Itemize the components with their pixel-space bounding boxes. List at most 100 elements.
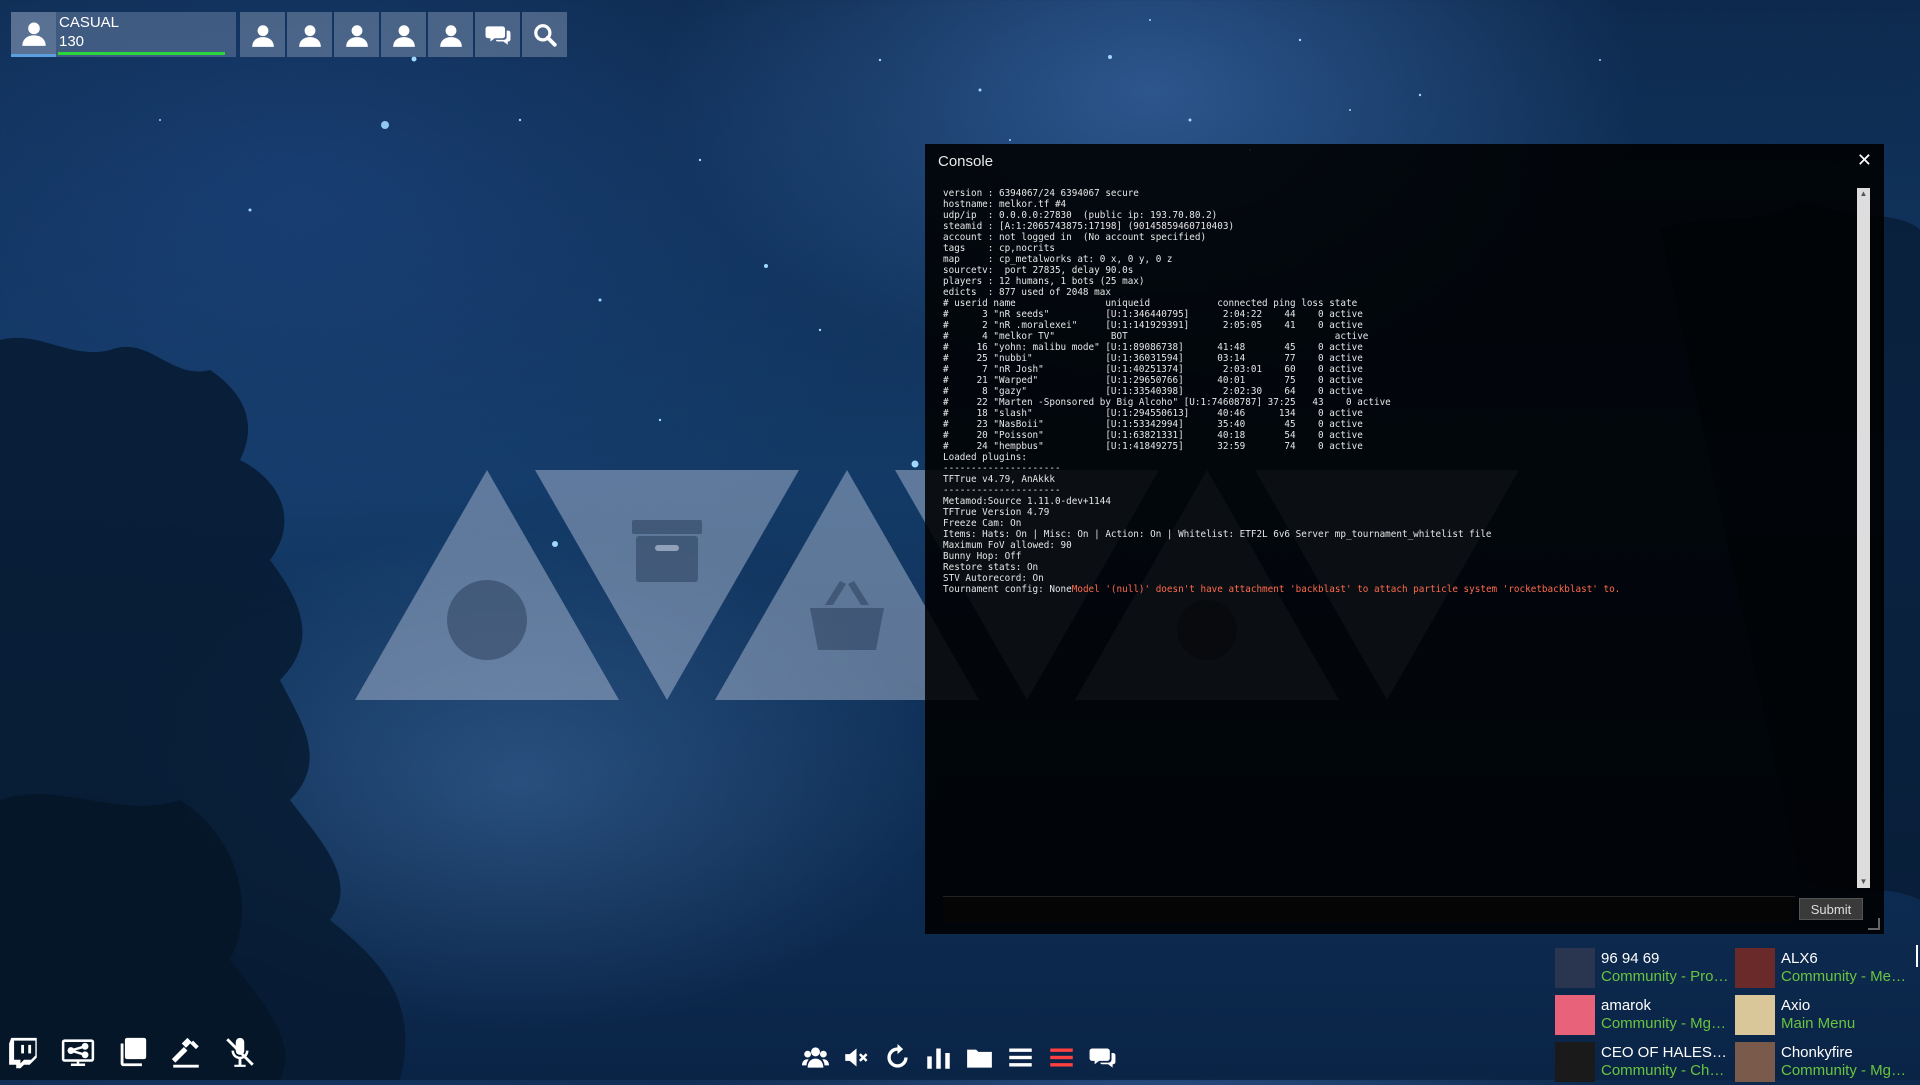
menu-red-icon xyxy=(1050,1048,1073,1067)
friend-item[interactable]: Axio Main Menu xyxy=(1735,991,1915,1038)
console-window: Console ✕ version : 6394067/24 6394067 s… xyxy=(925,144,1884,934)
friend-avatar xyxy=(1555,947,1595,988)
console-output: version : 6394067/24 6394067 secure hostn… xyxy=(943,188,1843,868)
console-line: # 21 "Warped" [U:1:29650766] 40:01 75 0 … xyxy=(943,375,1363,386)
mute-sound-icon xyxy=(845,1048,868,1067)
console-line: Maximum FoV allowed: 90 xyxy=(943,540,1072,551)
friend-name: CEO OF HALES O... xyxy=(1601,1043,1729,1061)
console-line: hostname: melkor.tf #4 xyxy=(943,199,1067,210)
friends-icon xyxy=(802,1047,829,1068)
friend-name: ALX6 xyxy=(1781,949,1818,967)
console-line: Items: Hats: On | Misc: On | Action: On … xyxy=(943,529,1492,540)
console-line: Bunny Hop: Off xyxy=(943,551,1022,562)
friend-avatar xyxy=(1735,994,1775,1035)
scroll-down-icon[interactable]: ▼ xyxy=(1857,876,1870,888)
party-slot-3-button[interactable] xyxy=(334,12,379,57)
copy-windows-icon xyxy=(120,1037,147,1067)
profile-panel[interactable]: CASUAL 130 xyxy=(11,12,238,57)
server-browser-button[interactable] xyxy=(60,1034,96,1070)
menu-red-button[interactable] xyxy=(1048,1044,1075,1071)
copy-windows-button[interactable] xyxy=(114,1034,150,1070)
friend-item[interactable]: ALX6 Community - Meta... xyxy=(1735,944,1915,991)
profile-info: CASUAL 130 xyxy=(56,12,236,57)
console-line: # 23 "NasBoii" [U:1:53342994] 35:40 45 0… xyxy=(943,419,1363,430)
list-icon xyxy=(1009,1048,1032,1067)
mute-sound-button[interactable] xyxy=(843,1044,870,1071)
chat-button[interactable] xyxy=(1089,1044,1116,1071)
friend-name: Axio xyxy=(1781,996,1811,1014)
friend-text: 96 94 69 Community - Proc... xyxy=(1601,950,1729,986)
reload-button[interactable] xyxy=(884,1044,911,1071)
party-slot-1-button[interactable] xyxy=(240,12,285,57)
friend-name: 96 94 69 xyxy=(1601,949,1660,967)
party-member-icon xyxy=(439,24,462,47)
friend-status: Community - Cha... xyxy=(1601,1061,1729,1079)
hammer-button[interactable] xyxy=(168,1034,204,1070)
console-line: Metamod:Source 1.11.0-dev+1144 xyxy=(943,496,1111,507)
console-line: TFTrue v4.79, AnAkkk xyxy=(943,474,1055,485)
console-line: # 7 "nR Josh" [U:1:40251374] 2:03:01 60 … xyxy=(943,364,1363,375)
console-line: Freeze Cam: On xyxy=(943,518,1022,529)
stats-button[interactable] xyxy=(925,1044,952,1071)
friend-item[interactable]: amarok Community - Mge ... xyxy=(1555,991,1735,1038)
xp-progress-bar xyxy=(58,52,226,55)
close-icon[interactable]: ✕ xyxy=(1857,150,1872,171)
console-line: players : 12 humans, 1 bots (25 max) xyxy=(943,276,1145,287)
chat-icon xyxy=(485,25,510,45)
level-value: 130 xyxy=(59,33,85,50)
user-icon xyxy=(21,22,46,46)
folder-button[interactable] xyxy=(966,1044,993,1071)
server-browser-icon xyxy=(61,1039,95,1067)
search-button[interactable] xyxy=(522,12,567,57)
game-mode-label: CASUAL xyxy=(59,14,120,31)
console-line: # 4 "melkor TV" BOT active xyxy=(943,331,1369,342)
friends-list: 96 94 69 Community - Proc... ALX6 Community… xyxy=(1555,944,1915,1082)
console-line: # 2 "nR .moralexei" [U:1:141929391] 2:05… xyxy=(943,320,1363,331)
friend-status: Community - Proc... xyxy=(1601,967,1729,985)
console-line: # 16 "yohn: malibu mode" [U:1:89086738] … xyxy=(943,342,1363,353)
party-slot-5-button[interactable] xyxy=(428,12,473,57)
party-slot-4-button[interactable] xyxy=(381,12,426,57)
friend-name: amarok xyxy=(1601,996,1652,1014)
console-line: Tournament config: None xyxy=(943,584,1072,595)
friend-name: Chonkyfire xyxy=(1781,1043,1853,1061)
stats-icon xyxy=(927,1048,950,1069)
scroll-up-icon[interactable]: ▲ xyxy=(1857,188,1870,200)
friend-avatar xyxy=(1555,1041,1595,1082)
hammer-icon xyxy=(171,1037,199,1068)
friend-status: Community - Mge ... xyxy=(1781,1061,1909,1079)
friend-item[interactable]: 96 94 69 Community - Proc... xyxy=(1555,944,1735,991)
friend-text: CEO OF HALES O... Community - Cha... xyxy=(1601,1044,1729,1080)
mute-mic-button[interactable] xyxy=(222,1034,258,1070)
inventory-box-icon xyxy=(632,520,702,582)
resize-handle[interactable] xyxy=(1868,918,1880,930)
console-submit-button[interactable]: Submit xyxy=(1799,898,1863,920)
console-line: tags : cp,nocrits xyxy=(943,243,1055,254)
console-line: edicts : 877 used of 2048 max xyxy=(943,287,1111,298)
scroll-indicator xyxy=(1916,945,1918,967)
friend-text: Axio Main Menu xyxy=(1781,997,1909,1033)
console-line: # 20 "Poisson" [U:1:63821331] 40:18 54 0… xyxy=(943,430,1363,441)
console-line: --------------------- xyxy=(943,485,1061,496)
friend-avatar xyxy=(1735,947,1775,988)
friend-item[interactable]: CEO OF HALES O... Community - Cha... xyxy=(1555,1038,1735,1085)
console-title: Console xyxy=(938,153,994,170)
list-button[interactable] xyxy=(1007,1044,1034,1071)
console-line: account : not logged in (No account spec… xyxy=(943,232,1207,243)
console-line: udp/ip : 0.0.0.0:27830 (public ip: 193.7… xyxy=(943,210,1218,221)
console-line: TFTrue Version 4.79 xyxy=(943,507,1050,518)
reload-icon xyxy=(887,1044,908,1068)
twitch-button[interactable] xyxy=(6,1034,42,1070)
party-chat-button[interactable] xyxy=(475,12,520,57)
console-line: steamid : [A:1:2065743875:17198] (901458… xyxy=(943,221,1235,232)
console-line: # 3 "nR seeds" [U:1:346440795] 2:04:22 4… xyxy=(943,309,1363,320)
console-line: # 18 "slash" [U:1:294550613] 40:46 134 0… xyxy=(943,408,1363,419)
console-line: # 8 "gazy" [U:1:33540398] 2:02:30 64 0 a… xyxy=(943,386,1363,397)
console-scrollbar[interactable]: ▲ ▼ xyxy=(1857,188,1870,888)
console-line: --------------------- xyxy=(943,463,1061,474)
console-command-input[interactable] xyxy=(943,896,1795,922)
avatar[interactable] xyxy=(11,12,56,57)
party-slot-2-button[interactable] xyxy=(287,12,332,57)
friend-item[interactable]: Chonkyfire Community - Mge ... xyxy=(1735,1038,1915,1085)
friends-button[interactable] xyxy=(802,1044,829,1071)
